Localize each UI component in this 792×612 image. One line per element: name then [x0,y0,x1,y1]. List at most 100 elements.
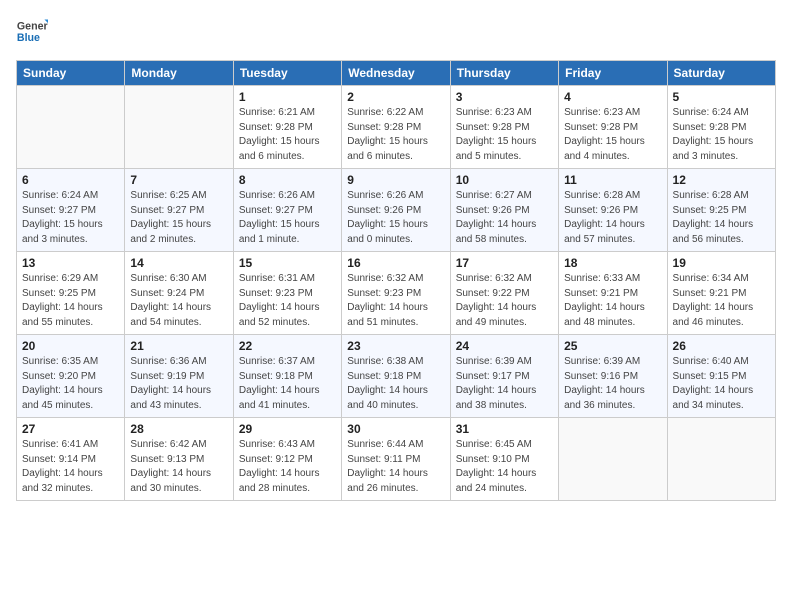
day-info: Sunrise: 6:31 AMSunset: 9:23 PMDaylight:… [239,272,336,330]
day-info: Sunrise: 6:37 AMSunset: 9:18 PMDaylight:… [239,355,336,413]
day-info: Sunrise: 6:23 AMSunset: 9:28 PMDaylight:… [456,106,553,164]
calendar-cell [17,86,125,169]
day-info: Sunrise: 6:25 AMSunset: 9:27 PMDaylight:… [130,189,227,247]
day-info: Sunrise: 6:32 AMSunset: 9:23 PMDaylight:… [347,272,444,330]
calendar-cell: 14Sunrise: 6:30 AMSunset: 9:24 PMDayligh… [125,252,233,335]
page-header: General Blue [16,16,776,48]
day-number: 7 [130,173,227,187]
day-number: 1 [239,90,336,104]
day-number: 16 [347,256,444,270]
day-info: Sunrise: 6:23 AMSunset: 9:28 PMDaylight:… [564,106,661,164]
calendar-cell: 5Sunrise: 6:24 AMSunset: 9:28 PMDaylight… [667,86,775,169]
day-info: Sunrise: 6:38 AMSunset: 9:18 PMDaylight:… [347,355,444,413]
day-number: 17 [456,256,553,270]
calendar-cell [667,418,775,501]
day-info: Sunrise: 6:43 AMSunset: 9:12 PMDaylight:… [239,438,336,496]
day-info: Sunrise: 6:32 AMSunset: 9:22 PMDaylight:… [456,272,553,330]
day-info: Sunrise: 6:44 AMSunset: 9:11 PMDaylight:… [347,438,444,496]
day-number: 8 [239,173,336,187]
calendar-cell: 29 Sunrise: 6:43 AMSunset: 9:12 PMDayligh… [233,418,341,501]
day-number: 6 [22,173,119,187]
calendar-cell: 7 Sunrise: 6:25 AMSunset: 9:27 PMDaylight… [125,169,233,252]
day-info: Sunrise: 6:41 AMSunset: 9:14 PMDaylight:… [22,438,119,496]
day-number: 24 [456,339,553,353]
calendar-cell: 28 Sunrise: 6:42 AMSunset: 9:13 PMDayligh… [125,418,233,501]
calendar-table: SundayMondayTuesdayWednesdayThursdayFrid… [16,60,776,501]
calendar-week-4: 20Sunrise: 6:35 AMSunset: 9:20 PMDayligh… [17,335,776,418]
calendar-cell: 6 Sunrise: 6:24 AMSunset: 9:27 PMDaylight… [17,169,125,252]
weekday-header-friday: Friday [559,61,667,86]
calendar-cell: 13 Sunrise: 6:29 AMSunset: 9:25 PMDayligh… [17,252,125,335]
day-number: 20 [22,339,119,353]
day-info: Sunrise: 6:42 AMSunset: 9:13 PMDaylight:… [130,438,227,496]
calendar-cell: 25 Sunrise: 6:39 AMSunset: 9:16 PMDayligh… [559,335,667,418]
calendar-week-5: 27 Sunrise: 6:41 AMSunset: 9:14 PMDayligh… [17,418,776,501]
day-info: Sunrise: 6:39 AMSunset: 9:17 PMDaylight:… [456,355,553,413]
calendar-cell: 4 Sunrise: 6:23 AMSunset: 9:28 PMDaylight… [559,86,667,169]
calendar-week-2: 6 Sunrise: 6:24 AMSunset: 9:27 PMDaylight… [17,169,776,252]
weekday-header-thursday: Thursday [450,61,558,86]
day-number: 19 [673,256,770,270]
calendar-cell: 12 Sunrise: 6:28 AMSunset: 9:25 PMDayligh… [667,169,775,252]
calendar-cell [559,418,667,501]
calendar-cell: 19 Sunrise: 6:34 AMSunset: 9:21 PMDayligh… [667,252,775,335]
day-info: Sunrise: 6:27 AMSunset: 9:26 PMDaylight:… [456,189,553,247]
logo: General Blue [16,16,52,48]
weekday-header-wednesday: Wednesday [342,61,450,86]
weekday-header-saturday: Saturday [667,61,775,86]
calendar-cell: 3 Sunrise: 6:23 AMSunset: 9:28 PMDaylight… [450,86,558,169]
calendar-week-1: 1 Sunrise: 6:21 AMSunset: 9:28 PMDaylight… [17,86,776,169]
calendar-cell: 27 Sunrise: 6:41 AMSunset: 9:14 PMDayligh… [17,418,125,501]
calendar-cell: 8 Sunrise: 6:26 AMSunset: 9:27 PMDaylight… [233,169,341,252]
day-number: 9 [347,173,444,187]
calendar-cell: 1 Sunrise: 6:21 AMSunset: 9:28 PMDaylight… [233,86,341,169]
weekday-header-monday: Monday [125,61,233,86]
day-number: 10 [456,173,553,187]
calendar-cell: 10 Sunrise: 6:27 AMSunset: 9:26 PMDayligh… [450,169,558,252]
calendar-cell: 30 Sunrise: 6:44 AMSunset: 9:11 PMDayligh… [342,418,450,501]
calendar-cell: 9 Sunrise: 6:26 AMSunset: 9:26 PMDaylight… [342,169,450,252]
calendar-cell: 22Sunrise: 6:37 AMSunset: 9:18 PMDayligh… [233,335,341,418]
day-info: Sunrise: 6:45 AMSunset: 9:10 PMDaylight:… [456,438,553,496]
day-number: 30 [347,422,444,436]
day-info: Sunrise: 6:28 AMSunset: 9:26 PMDaylight:… [564,189,661,247]
day-info: Sunrise: 6:26 AMSunset: 9:27 PMDaylight:… [239,189,336,247]
day-info: Sunrise: 6:39 AMSunset: 9:16 PMDaylight:… [564,355,661,413]
calendar-cell: 18 Sunrise: 6:33 AMSunset: 9:21 PMDayligh… [559,252,667,335]
day-number: 21 [130,339,227,353]
day-number: 27 [22,422,119,436]
day-number: 4 [564,90,661,104]
calendar-cell: 17 Sunrise: 6:32 AMSunset: 9:22 PMDayligh… [450,252,558,335]
day-number: 11 [564,173,661,187]
day-number: 28 [130,422,227,436]
weekday-header-sunday: Sunday [17,61,125,86]
svg-text:General: General [17,20,48,32]
day-info: Sunrise: 6:26 AMSunset: 9:26 PMDaylight:… [347,189,444,247]
day-number: 18 [564,256,661,270]
day-number: 3 [456,90,553,104]
day-number: 31 [456,422,553,436]
day-info: Sunrise: 6:24 AMSunset: 9:27 PMDaylight:… [22,189,119,247]
day-number: 15 [239,256,336,270]
calendar-week-3: 13 Sunrise: 6:29 AMSunset: 9:25 PMDayligh… [17,252,776,335]
calendar-cell: 21 Sunrise: 6:36 AMSunset: 9:19 PMDayligh… [125,335,233,418]
day-info: Sunrise: 6:21 AMSunset: 9:28 PMDaylight:… [239,106,336,164]
svg-text:Blue: Blue [17,32,40,44]
calendar-cell: 2 Sunrise: 6:22 AMSunset: 9:28 PMDaylight… [342,86,450,169]
calendar-cell: 24 Sunrise: 6:39 AMSunset: 9:17 PMDayligh… [450,335,558,418]
day-number: 13 [22,256,119,270]
day-number: 12 [673,173,770,187]
calendar-cell: 23 Sunrise: 6:38 AMSunset: 9:18 PMDayligh… [342,335,450,418]
weekday-header-tuesday: Tuesday [233,61,341,86]
day-info: Sunrise: 6:28 AMSunset: 9:25 PMDaylight:… [673,189,770,247]
day-number: 2 [347,90,444,104]
day-info: Sunrise: 6:22 AMSunset: 9:28 PMDaylight:… [347,106,444,164]
day-number: 23 [347,339,444,353]
day-number: 25 [564,339,661,353]
day-info: Sunrise: 6:33 AMSunset: 9:21 PMDaylight:… [564,272,661,330]
day-info: Sunrise: 6:36 AMSunset: 9:19 PMDaylight:… [130,355,227,413]
day-number: 29 [239,422,336,436]
day-info: Sunrise: 6:29 AMSunset: 9:25 PMDaylight:… [22,272,119,330]
calendar-cell: 20Sunrise: 6:35 AMSunset: 9:20 PMDayligh… [17,335,125,418]
day-info: Sunrise: 6:34 AMSunset: 9:21 PMDaylight:… [673,272,770,330]
